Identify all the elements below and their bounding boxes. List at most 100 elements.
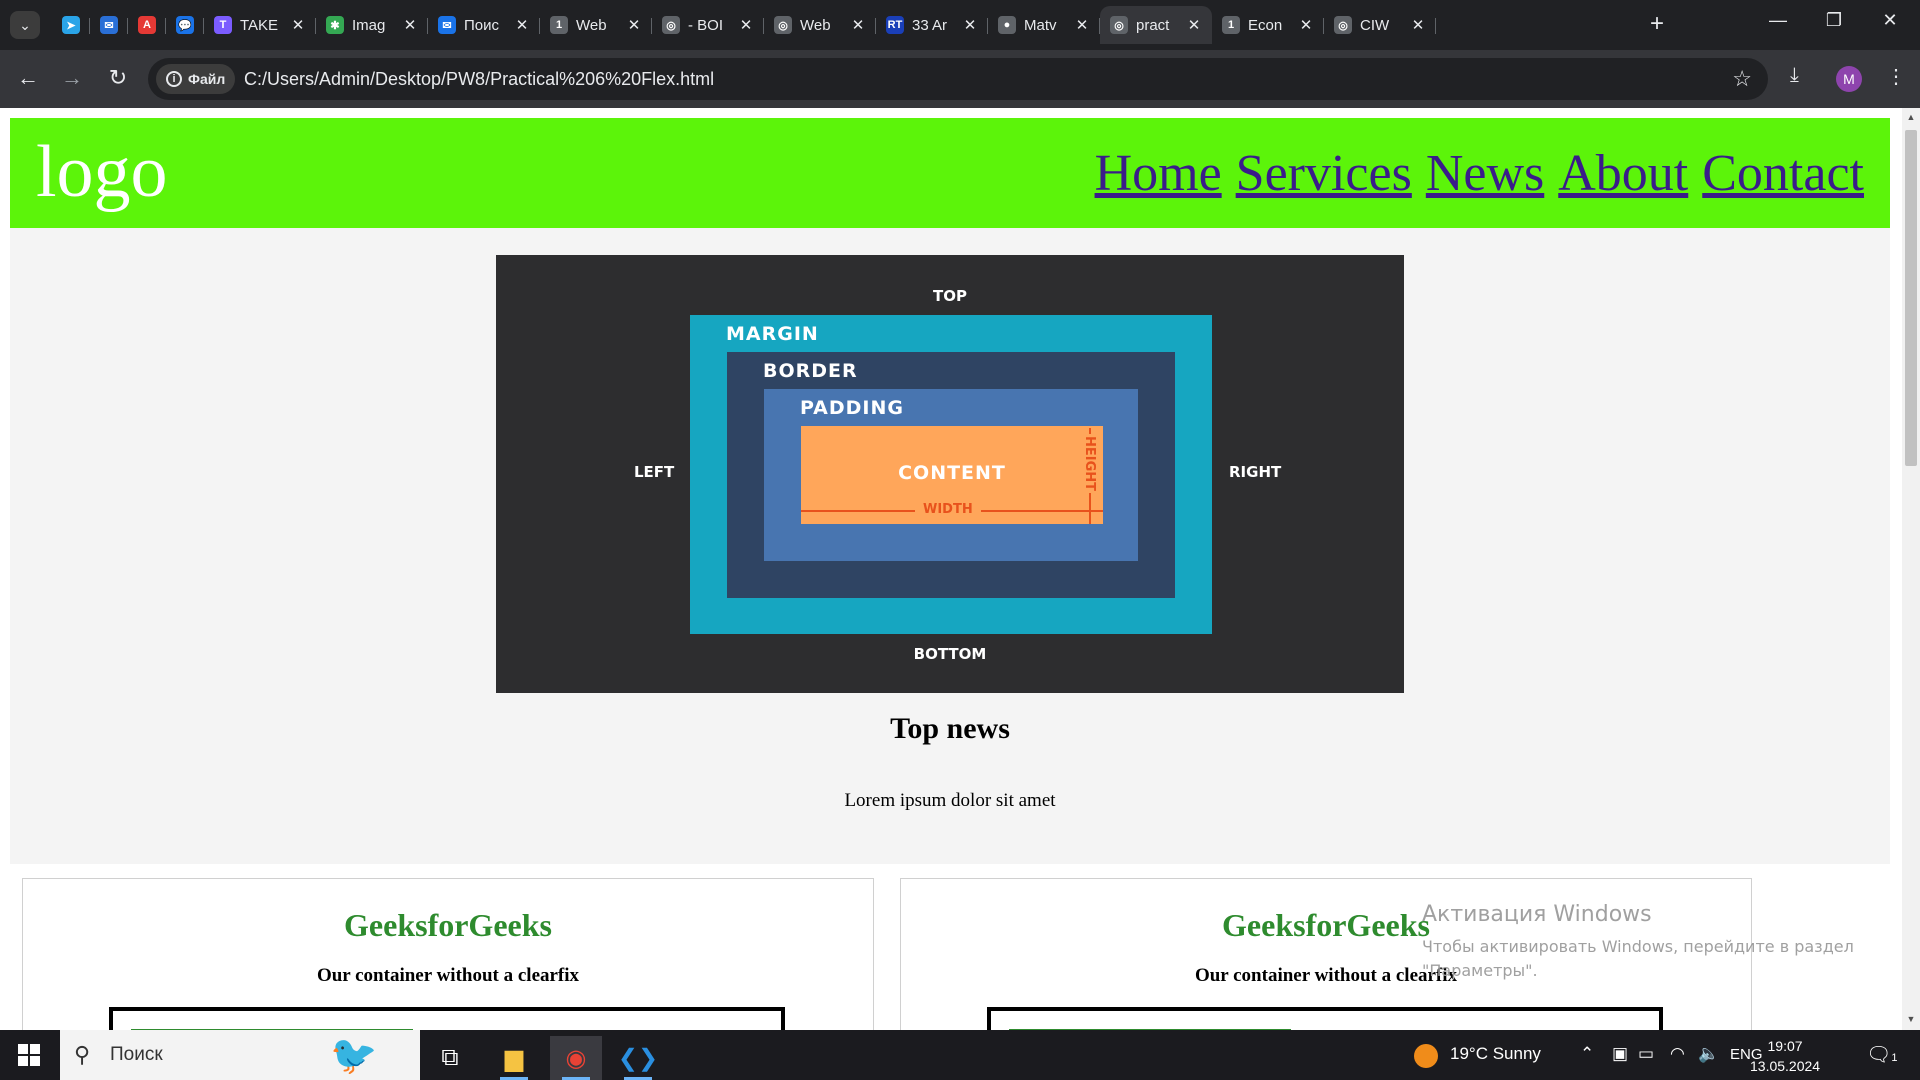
- site-info-label: Файл: [188, 71, 226, 87]
- tab[interactable]: 1 Econ ✕: [1212, 6, 1324, 44]
- nav-link-home[interactable]: Home: [1095, 146, 1222, 202]
- main-section: TOP BOTTOM LEFT RIGHT MARGIN BORDER PADD…: [10, 228, 1890, 864]
- reload-button[interactable]: ↻: [104, 66, 132, 90]
- close-icon[interactable]: ✕: [514, 16, 530, 34]
- tab[interactable]: T TAKE ✕: [204, 6, 316, 44]
- border-box: BORDER PADDING CONTENT WIDTH HEIGHT: [727, 352, 1175, 598]
- close-icon[interactable]: ✕: [850, 16, 866, 34]
- download-icon[interactable]: ⤓: [1790, 64, 1799, 87]
- close-icon[interactable]: ✕: [1186, 16, 1202, 34]
- nav-link-contact[interactable]: Contact: [1702, 146, 1864, 202]
- windows-taskbar: ⚲ Поиск 🐦 ⧉ ▆ ◉ ❮❯ 19°C Sunny ⌃ ▣ ▭ ◠ 🔈 …: [0, 1030, 1920, 1080]
- volume-icon[interactable]: 🔈: [1698, 1044, 1719, 1064]
- nav-link-news[interactable]: News: [1426, 146, 1544, 202]
- scroll-down-icon[interactable]: ▼: [1905, 1014, 1917, 1024]
- windows-activation-watermark: Активация Windows Чтобы активировать Win…: [1422, 902, 1882, 983]
- windows-start-icon[interactable]: [18, 1044, 40, 1066]
- close-icon[interactable]: ✕: [738, 16, 754, 34]
- container-box: [109, 1007, 785, 1030]
- tab[interactable]: ◎ CIW ✕: [1324, 6, 1436, 44]
- rt-icon: RT: [886, 16, 904, 34]
- battery-icon[interactable]: ▭: [1638, 1044, 1654, 1064]
- taskbar-search[interactable]: ⚲ Поиск 🐦: [60, 1030, 420, 1080]
- tab-title: pract: [1136, 16, 1170, 34]
- margin-label: MARGIN: [726, 323, 819, 345]
- tab[interactable]: ➤✕: [52, 6, 90, 44]
- container-box: [987, 1007, 1663, 1030]
- close-icon[interactable]: ✕: [1074, 16, 1090, 34]
- close-icon[interactable]: ✕: [290, 16, 306, 34]
- avatar[interactable]: M: [1836, 66, 1862, 92]
- chevron-up-icon[interactable]: ⌃: [1580, 1044, 1594, 1064]
- site-header: logo Home Services News About Contact: [10, 118, 1890, 228]
- image-icon: ✱: [326, 16, 344, 34]
- app-icon: A: [138, 16, 156, 34]
- file-explorer-icon[interactable]: ▆: [488, 1036, 540, 1080]
- tab[interactable]: 💬✕: [166, 6, 204, 44]
- close-icon[interactable]: ✕: [962, 16, 978, 34]
- chrome-icon[interactable]: ◉: [550, 1036, 602, 1080]
- task-view-icon[interactable]: ⧉: [424, 1036, 476, 1080]
- tab[interactable]: 1 Web ✕: [540, 6, 652, 44]
- search-icon: ⚲: [74, 1042, 91, 1067]
- vscode-icon[interactable]: ❮❯: [612, 1036, 664, 1080]
- tab-separator: [1435, 18, 1436, 34]
- close-icon[interactable]: ✕: [1410, 16, 1426, 34]
- close-icon[interactable]: ✕: [626, 16, 642, 34]
- tab[interactable]: ◎ pract ✕: [1100, 6, 1212, 44]
- tab-search-button[interactable]: ⌄: [10, 11, 40, 39]
- tab[interactable]: ✉ Поис ✕: [428, 6, 540, 44]
- mail-icon: ✉: [100, 16, 118, 34]
- tab[interactable]: RT 33 Ar ✕: [876, 6, 988, 44]
- top-news-text: Lorem ipsum dolor sit amet: [844, 790, 1056, 811]
- page-scrollbar[interactable]: ▲ ▼: [1902, 108, 1920, 1030]
- tab[interactable]: ✱ Imag ✕: [316, 6, 428, 44]
- tab-list: ➤✕✉✕A✕💬✕TTAKE✕✱Imag✕✉Поис✕1Web✕◎- BOI✕◎W…: [52, 6, 1436, 44]
- nav-link-about[interactable]: About: [1558, 146, 1688, 202]
- content-box: CONTENT WIDTH HEIGHT: [801, 426, 1103, 524]
- box-left-label: LEFT: [634, 463, 675, 481]
- telegram-icon: ➤: [62, 16, 80, 34]
- top-news-heading: Top news: [890, 712, 1010, 745]
- activation-text: Чтобы активировать Windows, перейдите в …: [1422, 937, 1854, 980]
- nav-link-services[interactable]: Services: [1236, 146, 1412, 202]
- tab[interactable]: A✕: [128, 6, 166, 44]
- tab[interactable]: ● Matv ✕: [988, 6, 1100, 44]
- globe-icon: ◎: [1110, 16, 1128, 34]
- back-button[interactable]: ←: [14, 66, 42, 90]
- forward-button[interactable]: →: [58, 66, 86, 90]
- site-nav: Home Services News About Contact: [1095, 146, 1864, 202]
- menu-icon[interactable]: ⋮: [1886, 64, 1906, 89]
- scroll-thumb[interactable]: [1905, 130, 1917, 466]
- tab[interactable]: ◎ - BOI ✕: [652, 6, 764, 44]
- close-icon[interactable]: ✕: [1298, 16, 1314, 34]
- close-window-button[interactable]: ✕: [1870, 10, 1910, 31]
- tab-strip: ⌄ ➤✕✉✕A✕💬✕TTAKE✕✱Imag✕✉Поис✕1Web✕◎- BOI✕…: [0, 0, 1920, 50]
- weather-text[interactable]: 19°C Sunny: [1450, 1044, 1541, 1064]
- minimize-button[interactable]: —: [1758, 10, 1798, 31]
- notification-count: 1: [1891, 1052, 1898, 1064]
- restore-button[interactable]: ❐: [1814, 10, 1854, 31]
- address-bar[interactable]: i Файл C:/Users/Admin/Desktop/PW8/Practi…: [148, 58, 1768, 100]
- tab-title: - BOI: [688, 16, 724, 34]
- take-icon: T: [214, 16, 232, 34]
- clock[interactable]: 19:07 13.05.2024: [1750, 1036, 1820, 1076]
- tab-title: Imag: [352, 16, 386, 34]
- doc-icon: 1: [1222, 16, 1240, 34]
- box-top-label: TOP: [933, 287, 967, 305]
- site-logo: logo: [36, 131, 168, 213]
- globe-icon: ◎: [1334, 16, 1352, 34]
- tab-title: Matv: [1024, 16, 1057, 34]
- bookmark-star-icon[interactable]: ☆: [1732, 66, 1752, 92]
- site-info-chip[interactable]: i Файл: [156, 64, 236, 94]
- tab[interactable]: ◎ Web ✕: [764, 6, 876, 44]
- tab[interactable]: ✉✕: [90, 6, 128, 44]
- info-icon: i: [166, 71, 182, 87]
- wifi-icon[interactable]: ◠: [1670, 1044, 1685, 1064]
- close-icon[interactable]: ✕: [402, 16, 418, 34]
- notification-icon[interactable]: 🗨1: [1866, 1042, 1898, 1067]
- scroll-up-icon[interactable]: ▲: [1905, 112, 1917, 122]
- meet-icon[interactable]: ▣: [1612, 1044, 1628, 1064]
- new-tab-button[interactable]: +: [1650, 12, 1664, 36]
- url-text[interactable]: C:/Users/Admin/Desktop/PW8/Practical%206…: [244, 69, 714, 90]
